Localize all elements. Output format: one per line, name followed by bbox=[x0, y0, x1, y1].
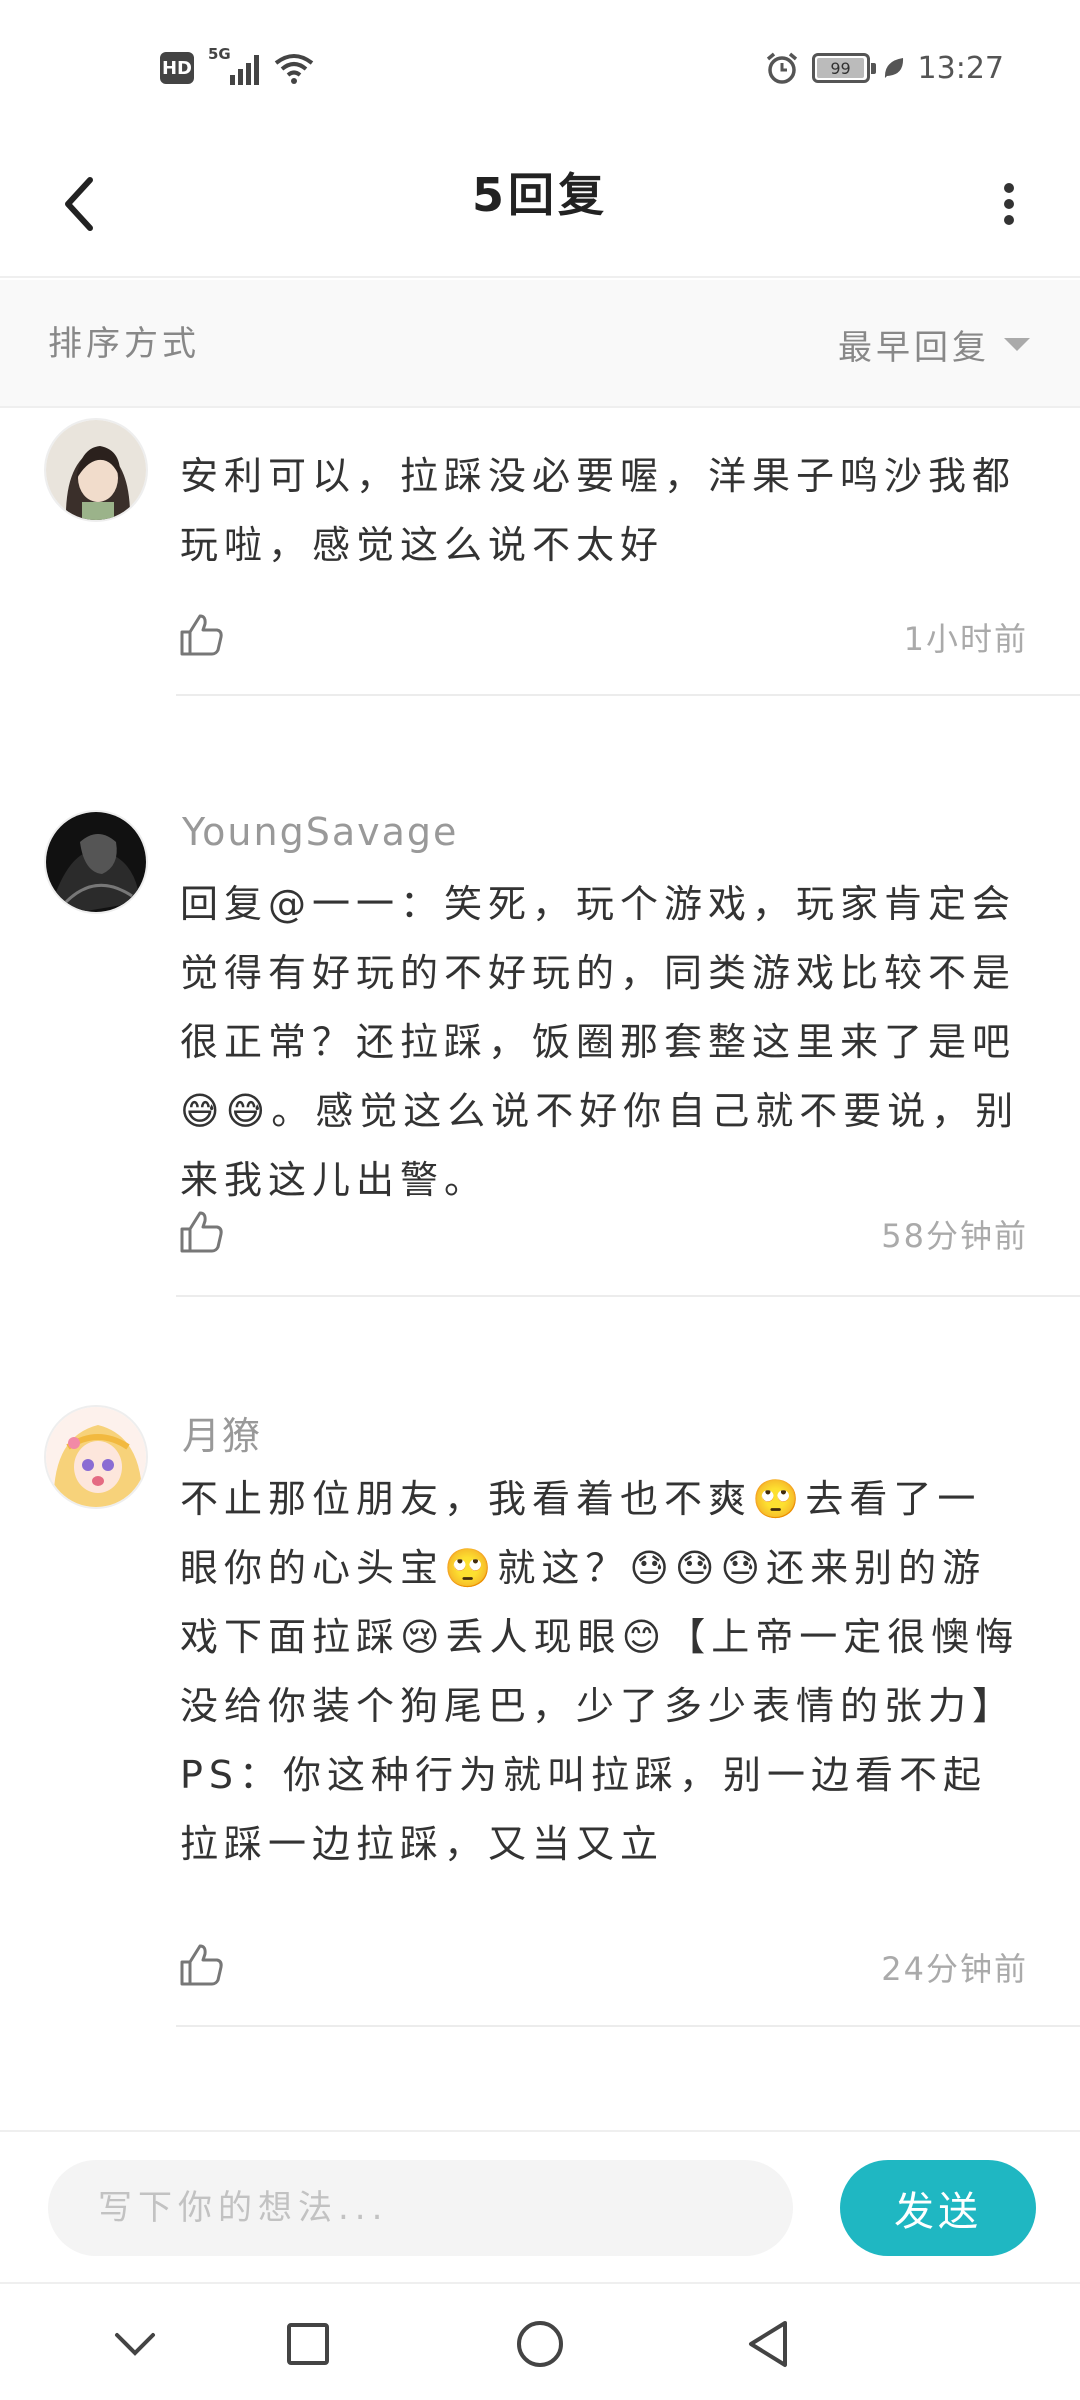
nav-back-button[interactable] bbox=[728, 2304, 808, 2384]
sort-selected-value: 最早回复 bbox=[838, 327, 990, 368]
network-type: 5G bbox=[208, 45, 231, 63]
battery-level: 99 bbox=[830, 58, 851, 78]
reply-item: 月獠 不止那位朋友，我看着也不爽🙄去看了一眼你的心头宝🙄就这？😓😓😓还来别的游戏… bbox=[0, 1385, 1080, 2125]
reply-item: 一一 安利可以，拉踩没必要喔，洋果子鸣沙我都玩啦，感觉这么说不太好 1小时前 bbox=[0, 410, 1080, 730]
signal-icon: 5G bbox=[208, 45, 259, 85]
chevron-down-icon bbox=[115, 2333, 155, 2356]
sort-bar: 排序方式 最早回复 bbox=[0, 280, 1080, 408]
avatar[interactable] bbox=[44, 1405, 148, 1509]
alarm-icon bbox=[766, 52, 797, 84]
reply-divider bbox=[176, 694, 1080, 696]
nav-hide-button[interactable] bbox=[95, 2304, 175, 2384]
system-nav-bar bbox=[0, 2282, 1080, 2400]
hd-icon: HD bbox=[160, 52, 194, 84]
avatar[interactable] bbox=[44, 810, 148, 914]
top-bar: 5回复 bbox=[0, 130, 1080, 278]
status-bar: HD 5G 99 13:27 bbox=[0, 0, 1080, 130]
reply-divider bbox=[176, 2025, 1080, 2027]
comment-input[interactable] bbox=[48, 2160, 793, 2256]
avatar[interactable] bbox=[44, 418, 148, 522]
reply-time: 1小时前 bbox=[903, 620, 1028, 658]
send-button[interactable]: 发送 bbox=[840, 2160, 1036, 2256]
comment-composer: 发送 bbox=[0, 2130, 1080, 2280]
status-left: HD 5G bbox=[160, 45, 315, 90]
reply-divider bbox=[176, 1295, 1080, 1297]
status-right: 99 13:27 bbox=[764, 46, 1004, 90]
battery-icon: 99 bbox=[811, 53, 876, 83]
reply-item: YoungSavage 回复@一一：笑死，玩个游戏，玩家肯定会觉得有好玩的不好玩… bbox=[0, 785, 1080, 1385]
thumbs-up-icon[interactable] bbox=[176, 610, 226, 660]
square-icon bbox=[287, 2323, 329, 2365]
dropdown-arrow-icon bbox=[1004, 337, 1030, 351]
thumbs-up-icon[interactable] bbox=[176, 1940, 226, 1990]
reply-time: 24分钟前 bbox=[881, 1950, 1028, 1988]
reply-content: 安利可以，拉踩没必要喔，洋果子鸣沙我都玩啦，感觉这么说不太好 bbox=[180, 454, 1017, 567]
more-vertical-icon bbox=[1004, 183, 1014, 225]
leaf-icon bbox=[884, 58, 903, 78]
reply-username[interactable]: YoungSavage bbox=[182, 810, 458, 854]
clock: 13:27 bbox=[917, 50, 1004, 86]
thumbs-up-icon[interactable] bbox=[176, 1207, 226, 1257]
reply-content: 不止那位朋友，我看着也不爽🙄去看了一眼你的心头宝🙄就这？😓😓😓还来别的游戏下面拉… bbox=[180, 1477, 1020, 1866]
nav-home-button[interactable] bbox=[500, 2304, 580, 2384]
reply-username[interactable]: 一一 bbox=[182, 410, 262, 433]
sort-label: 排序方式 bbox=[48, 324, 200, 364]
more-button[interactable] bbox=[974, 164, 1044, 244]
sort-dropdown[interactable]: 最早回复 bbox=[838, 280, 1030, 408]
page-title: 5回复 bbox=[471, 168, 608, 222]
reply-username[interactable]: 月獠 bbox=[182, 1405, 262, 1460]
triangle-back-icon bbox=[749, 2321, 787, 2367]
circle-icon bbox=[517, 2321, 563, 2367]
reply-content: 回复@一一：笑死，玩个游戏，玩家肯定会觉得有好玩的不好玩的，同类游戏比较不是很正… bbox=[180, 882, 1020, 1202]
wifi-icon bbox=[274, 54, 314, 84]
reply-time: 58分钟前 bbox=[881, 1217, 1028, 1255]
nav-recents-button[interactable] bbox=[268, 2304, 348, 2384]
reply-list[interactable]: 一一 安利可以，拉踩没必要喔，洋果子鸣沙我都玩啦，感觉这么说不太好 1小时前 Y… bbox=[0, 410, 1080, 2130]
